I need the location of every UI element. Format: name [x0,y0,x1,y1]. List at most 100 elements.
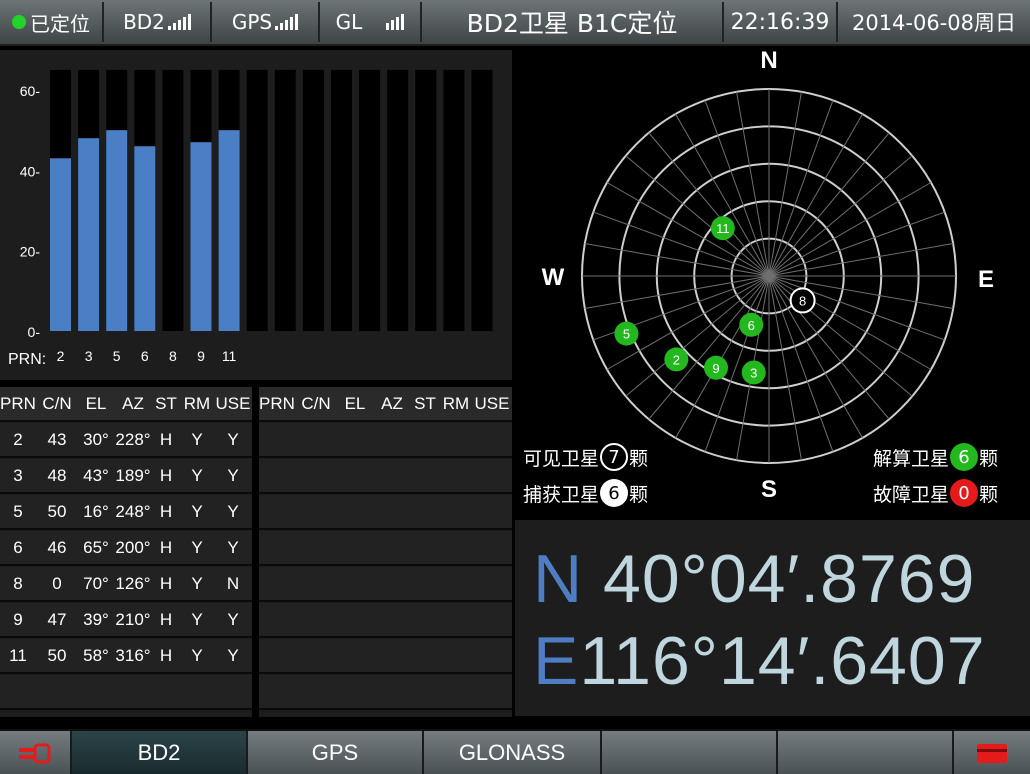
table-cell: Y [191,610,203,629]
longitude-hemisphere: E [533,623,580,699]
table-cell: H [159,466,173,485]
table-row [259,459,512,494]
column-header: ST [414,394,436,413]
bar-slot [302,69,324,332]
table-cell: 30° [83,430,109,449]
fix-indicator-icon [12,15,26,29]
sky-plot-panel: N S E W 2 3 5 6 8 9 11 可见卫星 7 颗 捕获卫星 6 颗 解算卫星 6 颗 … [515,46,1030,518]
table-cell: H [159,574,173,593]
status-bar: 已定位 BD2 GPS GL BD2卫星 B1C定位 22:16:39 2014… [0,0,1030,46]
y-tick-label: 60- [20,83,41,99]
table-cell: 46 [47,538,67,557]
bd2-menu-button[interactable]: BD2 [72,731,248,774]
tracked-label: 捕获卫星 [523,483,600,506]
table-row: 9 47 39° 210° H Y Y [0,603,252,638]
table-cell: 50 [47,646,67,665]
visible-unit: 颗 [629,447,649,470]
fix-label: 已定位 [30,11,90,36]
visible-label: 可见卫星 [523,447,600,470]
solved-satellites-stat: 解算卫星 6 颗 [873,443,998,471]
bar-slot [471,69,493,332]
table-cell: Y [227,538,239,557]
table-cell: 6 [13,538,23,557]
satellite-prn-label: 9 [712,361,719,376]
table-row: 6 46 65° 200° H Y Y [0,531,252,566]
table-cell: 58° [83,646,109,665]
position-panel: N 40°04′.8769 E116°14′.6407 [515,520,1030,716]
x-tick-label: 5 [113,348,121,364]
table-cell: H [159,430,173,449]
bar-slot [415,69,437,332]
column-header: PRN [259,394,295,413]
column-header: USE [474,394,510,413]
table-cell: 43 [47,430,67,449]
gl-signal: GL [320,2,422,42]
table-cell: 189° [115,466,151,485]
time-display: 22:16:39 [724,2,838,42]
table-cell: N [226,574,240,593]
satellite-marker: 5 [614,321,639,346]
column-header: EL [85,394,107,413]
column-header: RM [183,394,211,413]
table-cell: Y [191,502,203,521]
compass-west-label: W [542,264,565,291]
x-tick-label: 8 [169,348,177,364]
table-cell: H [159,610,173,629]
bar-slot [443,69,465,332]
column-header: EL [344,394,366,413]
table-cell: 16° [83,502,109,521]
table-cell: 0 [52,574,62,593]
table-row [259,603,512,638]
table-cell: 48 [47,466,67,485]
table-cell: 9 [13,610,23,629]
column-header: C/N [301,394,331,413]
key-icon [19,743,51,763]
table-row: 2 43 30° 228° H Y Y [0,423,252,458]
visible-satellites-stat: 可见卫星 7 颗 [523,443,648,471]
column-header: PRN [0,394,36,413]
signal-bars-icon [275,14,299,30]
bar-slot [359,69,381,332]
signal-strength-panel: 0- 20- 40- 60- 2 3 5 6 8 9 11 PRN: [0,50,512,380]
table-cell: 43° [83,466,109,485]
bar-slot [246,69,268,332]
table-header-row: PRN C/N EL AZ ST RM USE [0,387,252,422]
satellite-table-secondary: PRN C/N EL AZ ST RM USE [259,387,512,717]
table-cell: Y [191,430,203,449]
fault-unit: 颗 [979,483,999,506]
card-button[interactable] [954,731,1030,774]
empty-menu-button-1[interactable] [602,731,778,774]
satellite-marker: 6 [739,312,764,337]
satellite-prn-label: 11 [716,221,730,236]
y-tick-label: 0- [28,324,41,340]
compass-north-label: N [760,47,777,74]
table-cell: 316° [115,646,151,665]
table-cell: 2 [13,430,23,449]
table-row [259,423,512,458]
table-row [259,567,512,602]
table-cell: 200° [115,538,151,557]
key-button[interactable] [0,731,72,774]
gps-menu-button[interactable]: GPS [248,731,424,774]
longitude-value: 116°14′.6407 [579,623,986,699]
satellite-prn-label: 5 [623,327,630,342]
satellite-prn-label: 8 [799,293,806,308]
table-cell: 210° [115,610,151,629]
table-cell: H [159,646,173,665]
bd2-signal-label: BD2 [123,10,165,34]
bottom-menu: BD2 GPS GLONASS [0,729,1030,774]
signal-bar [50,158,71,331]
table-row [259,639,512,674]
x-tick-label: 2 [57,348,65,364]
table-cell: 39° [83,610,109,629]
table-row: 3 48 43° 189° H Y Y [0,459,252,494]
bar-slot [162,69,184,332]
x-tick-label: 6 [141,348,149,364]
latitude-value: 40°04′.8769 [603,541,976,617]
glonass-menu-button[interactable]: GLONASS [424,731,602,774]
table-cell: 8 [13,574,23,593]
table-row [259,531,512,566]
latitude-hemisphere: N [533,541,584,617]
empty-menu-button-2[interactable] [778,731,954,774]
satellite-marker: 3 [741,360,766,385]
